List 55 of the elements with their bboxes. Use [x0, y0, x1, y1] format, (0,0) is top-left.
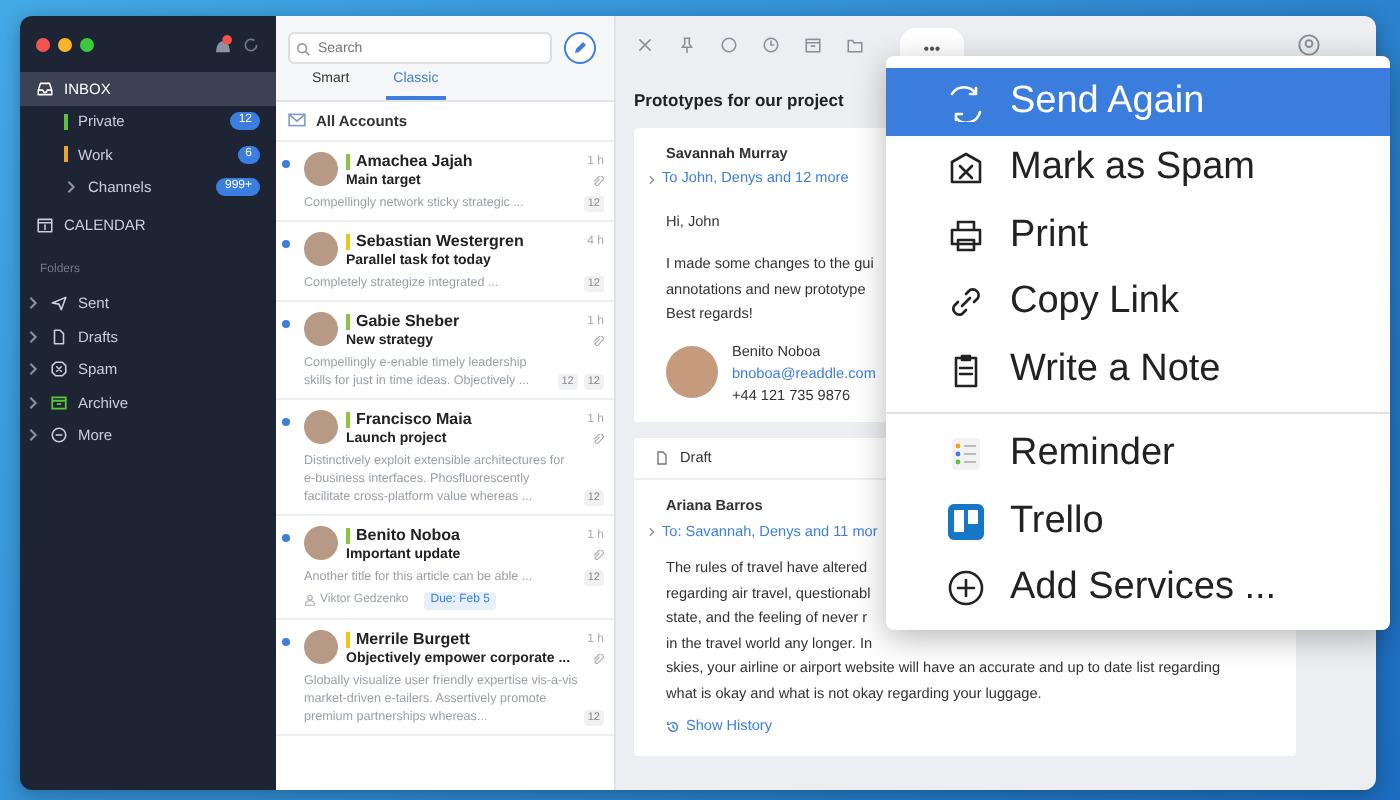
avatar	[304, 311, 338, 346]
account-icon[interactable]	[1298, 33, 1320, 55]
menu-item[interactable]: Copy Link	[886, 269, 1390, 336]
menu-item[interactable]: Trello	[886, 488, 1390, 555]
paper-plane-icon	[50, 294, 68, 313]
avatar	[304, 629, 338, 664]
archive-box-icon	[50, 393, 68, 412]
history-icon[interactable]	[666, 720, 680, 734]
printer-icon	[946, 215, 986, 256]
sender-name: Gabie Sheber	[356, 311, 460, 332]
window-control-dot[interactable]	[36, 37, 50, 51]
circle-icon[interactable]	[720, 35, 738, 53]
document-icon	[50, 327, 68, 346]
menu-item[interactable]: Write a Note	[886, 336, 1390, 403]
sync-icon	[242, 35, 260, 53]
menu-item[interactable]: Send Again	[886, 68, 1390, 135]
compose-button[interactable]	[564, 32, 596, 64]
person-icon	[304, 594, 316, 607]
archive-box-icon[interactable]	[804, 35, 822, 53]
clock-icon[interactable]	[762, 35, 780, 53]
document-icon	[654, 450, 670, 466]
menu-item[interactable]: Print	[886, 202, 1390, 269]
avatar	[304, 151, 338, 186]
avatar	[304, 409, 338, 444]
sender-name: Francisco Maia	[356, 409, 472, 430]
avatar	[304, 231, 338, 266]
envelope-icon	[288, 112, 306, 129]
refresh-icon	[946, 81, 986, 122]
menu-item[interactable]: Mark as Spam	[886, 135, 1390, 202]
folder-icon[interactable]	[846, 35, 864, 53]
pin-icon[interactable]	[678, 35, 696, 53]
email-subject: Prototypes for our project	[634, 88, 844, 114]
sender-name: Benito Noboa	[356, 525, 460, 546]
window-control-dot[interactable]	[80, 37, 94, 51]
menu-item[interactable]: Reminder	[886, 421, 1390, 488]
avatar	[304, 525, 338, 560]
chevron-right-icon[interactable]	[646, 173, 656, 185]
calendar-icon	[36, 215, 54, 234]
box-x-icon	[946, 148, 986, 189]
sender-name: Merrile Burgett	[356, 629, 470, 650]
plus-circle-icon	[946, 568, 986, 609]
board-icon	[946, 501, 986, 542]
chevron-right-icon[interactable]	[646, 526, 656, 538]
close-icon[interactable]	[636, 35, 654, 53]
inbox-tray-icon	[36, 79, 54, 98]
checklist-icon	[946, 434, 986, 475]
avatar	[666, 346, 718, 399]
menu-item[interactable]: Add Services ...	[886, 555, 1390, 622]
sender-name: Amachea Jajah	[356, 151, 473, 172]
sender-name: Sebastian Westergren	[356, 231, 524, 252]
notification-icon	[212, 34, 234, 54]
window-control-dot[interactable]	[58, 37, 72, 51]
spam-octagon-icon	[50, 360, 68, 379]
pencil-icon	[572, 40, 588, 56]
more-circle-icon	[50, 426, 68, 445]
